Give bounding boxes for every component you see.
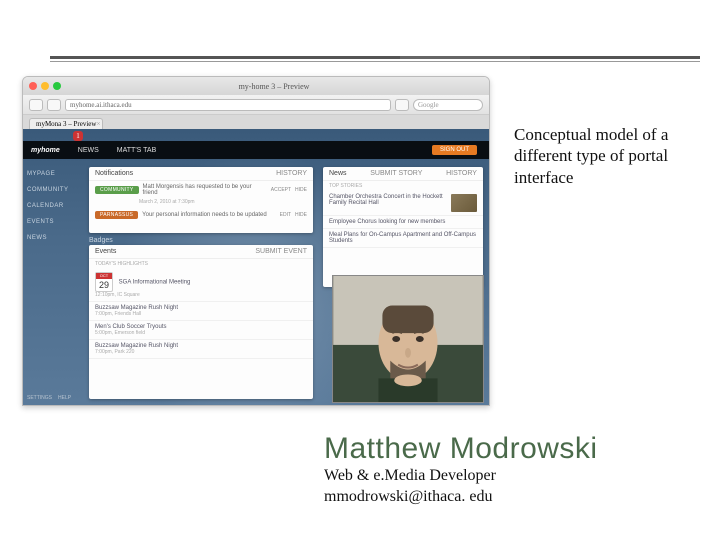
notification-text: Matt Morgensis has requested to be your … [143,184,267,196]
submit-link[interactable]: SUBMIT STORY [370,170,422,177]
back-button[interactable] [29,99,43,111]
sidebar-item[interactable]: EVENTS [27,219,79,225]
author-role: Web & e.Media Developer [324,466,598,487]
left-nav: MYPAGE COMMUNITY CALENDAR EVENTS NEWS [23,165,83,247]
hide-link[interactable]: HIDE [295,187,307,193]
minimize-icon[interactable] [41,82,49,90]
sidebar-item[interactable]: COMMUNITY [27,187,79,193]
news-item[interactable]: Meal Plans for On-Campus Apartment and O… [323,229,483,248]
nav-item[interactable]: NEWS [78,147,99,154]
event-row[interactable]: Buzzsaw Magazine Rush Night7:00pm, Frien… [89,302,313,321]
section-label: TOP STORIES [323,181,483,191]
badges-label: Badges [89,237,113,244]
submit-link[interactable]: SUBMIT EVENT [255,248,307,255]
history-link[interactable]: HISTORY [276,170,307,177]
browser-toolbar: myhome.ai.ithaca.edu Google [23,95,489,115]
news-panel: News SUBMIT STORY HISTORY TOP STORIES Cham… [323,167,483,287]
events-panel: Events SUBMIT EVENT TODAY'S HIGHLIGHTS OC… [89,245,313,399]
notification-meta: March 2, 2010 at 7:30pm [139,199,195,205]
help-link[interactable]: HELP [58,395,71,401]
notification-text: Your personal information needs to be up… [142,212,275,218]
brand-logo[interactable]: myhome [31,147,60,154]
event-row[interactable]: Men's Club Soccer Tryouts5:00pm, Emerson… [89,321,313,340]
accept-link[interactable]: ACCEPT [271,187,291,193]
news-item[interactable]: Chamber Orchestra Concert in the Hockett… [323,191,483,216]
notification-row: COMMUNITY Matt Morgensis has requested t… [89,181,313,199]
panel-title: Events [95,248,116,255]
slide-caption: Conceptual model of a different type of … [514,124,704,188]
notification-badge: 1 [73,131,83,141]
window-title: my-home 3 – Preview [65,82,483,91]
close-tab-icon[interactable]: × [97,120,101,128]
category-tag: COMMUNITY [95,186,139,194]
nav-item[interactable]: MATT'S TAB [117,147,156,154]
browser-tab[interactable]: myMona 3 – Preview× [29,118,103,129]
panel-title: News [329,170,347,177]
section-label: TODAY'S HIGHLIGHTS [89,259,313,269]
search-input[interactable]: Google [413,99,483,111]
zoom-icon[interactable] [53,82,61,90]
top-nav: myhome NEWS MATT'S TAB SIGN OUT [23,141,489,159]
event-row[interactable]: Buzzsaw Magazine Rush Night7:00pm, Park … [89,340,313,359]
author-block: Matthew Modrowski Web & e.Media Develope… [324,432,598,508]
notifications-panel: Notifications HISTORY COMMUNITY Matt Morg… [89,167,313,233]
forward-button[interactable] [47,99,61,111]
sidebar-item[interactable]: MYPAGE [27,171,79,177]
author-name: Matthew Modrowski [324,432,598,466]
signout-button[interactable]: SIGN OUT [432,145,477,155]
tab-bar: myMona 3 – Preview× [23,115,489,129]
news-thumb [451,194,477,212]
notification-row: PARNASSUS Your personal information need… [89,208,313,222]
window-titlebar: my-home 3 – Preview [23,77,489,95]
calendar-icon: OCT29 [95,272,113,292]
edit-link[interactable]: EDIT [280,212,291,218]
sidebar-item[interactable]: CALENDAR [27,203,79,209]
author-email: mmodrowski@ithaca. edu [324,487,598,508]
reload-button[interactable] [395,99,409,111]
history-link[interactable]: HISTORY [446,170,477,177]
sidebar-item[interactable]: NEWS [27,235,79,241]
settings-link[interactable]: SETTINGS [27,395,52,401]
panel-title: Notifications [95,170,133,177]
hide-link[interactable]: HIDE [295,212,307,218]
close-icon[interactable] [29,82,37,90]
author-photo [332,275,484,403]
bottom-links: SETTINGS HELP [27,395,71,401]
decorative-rule [50,56,700,62]
news-item[interactable]: Employee Chorus looking for new members [323,216,483,229]
category-tag: PARNASSUS [95,211,138,219]
event-row[interactable]: OCT29 SGA Informational Meeting12:10pm, … [89,269,313,302]
address-bar[interactable]: myhome.ai.ithaca.edu [65,99,391,111]
